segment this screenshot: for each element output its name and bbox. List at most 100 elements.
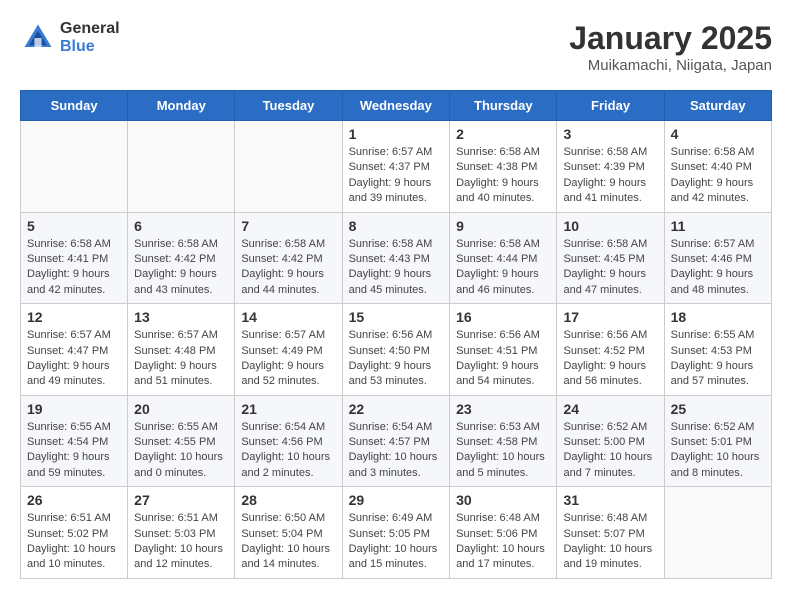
day-detail: Sunrise: 6:56 AM Sunset: 4:52 PM Dayligh… [563,328,657,390]
calendar-day-29: 29 Sunrise: 6:49 AM Sunset: 5:05 PM Dayli… [342,487,450,579]
calendar-day-20: 20 Sunrise: 6:55 AM Sunset: 4:55 PM Dayli… [128,395,235,487]
weekday-header-row: SundayMondayTuesdayWednesdayThursdayFrid… [21,91,772,121]
day-number: 11 [671,218,765,234]
calendar-day-empty [235,121,342,213]
day-detail: Sunrise: 6:58 AM Sunset: 4:42 PM Dayligh… [241,237,335,299]
logo-general-text: General [60,20,120,38]
day-number: 30 [456,492,550,508]
calendar-day-1: 1 Sunrise: 6:57 AM Sunset: 4:37 PM Daylig… [342,121,450,213]
day-detail: Sunrise: 6:52 AM Sunset: 5:00 PM Dayligh… [563,420,657,482]
calendar-week-row: 1 Sunrise: 6:57 AM Sunset: 4:37 PM Daylig… [21,121,772,213]
calendar-day-17: 17Sunrise: 6:56 AM Sunset: 4:52 PM Dayli… [557,304,664,396]
day-detail: Sunrise: 6:49 AM Sunset: 5:05 PM Dayligh… [349,511,444,573]
day-detail: Sunrise: 6:51 AM Sunset: 5:02 PM Dayligh… [27,511,121,573]
day-detail: Sunrise: 6:58 AM Sunset: 4:38 PM Dayligh… [456,145,550,207]
day-number: 9 [456,218,550,234]
calendar-day-12: 12Sunrise: 6:57 AM Sunset: 4:47 PM Dayli… [21,304,128,396]
day-detail: Sunrise: 6:56 AM Sunset: 4:51 PM Dayligh… [456,328,550,390]
day-number: 23 [456,401,550,417]
weekday-header-friday: Friday [557,91,664,121]
day-detail: Sunrise: 6:57 AM Sunset: 4:48 PM Dayligh… [134,328,228,390]
day-detail: Sunrise: 6:55 AM Sunset: 4:53 PM Dayligh… [671,328,765,390]
calendar-day-empty [128,121,235,213]
calendar-day-23: 23 Sunrise: 6:53 AM Sunset: 4:58 PM Dayli… [450,395,557,487]
day-detail: Sunrise: 6:58 AM Sunset: 4:43 PM Dayligh… [349,237,444,299]
subtitle: Muikamachi, Niigata, Japan [569,57,772,74]
day-number: 26 [27,492,121,508]
day-detail: Sunrise: 6:57 AM Sunset: 4:46 PM Dayligh… [671,237,765,299]
day-number: 2 [456,126,550,142]
calendar-day-19: 19Sunrise: 6:55 AM Sunset: 4:54 PM Dayli… [21,395,128,487]
calendar-day-3: 3 Sunrise: 6:58 AM Sunset: 4:39 PM Daylig… [557,121,664,213]
calendar-day-15: 15 Sunrise: 6:56 AM Sunset: 4:50 PM Dayli… [342,304,450,396]
calendar-day-26: 26 Sunrise: 6:51 AM Sunset: 5:02 PM Dayli… [21,487,128,579]
day-number: 21 [241,401,335,417]
day-detail: Sunrise: 6:56 AM Sunset: 4:50 PM Dayligh… [349,328,444,390]
day-number: 27 [134,492,228,508]
logo-text: General Blue [60,20,120,55]
day-number: 15 [349,309,444,325]
day-number: 10 [563,218,657,234]
day-detail: Sunrise: 6:48 AM Sunset: 5:06 PM Dayligh… [456,511,550,573]
calendar-day-27: 27 Sunrise: 6:51 AM Sunset: 5:03 PM Dayli… [128,487,235,579]
calendar-week-row: 19Sunrise: 6:55 AM Sunset: 4:54 PM Dayli… [21,395,772,487]
weekday-header-monday: Monday [128,91,235,121]
calendar-day-31: 31 Sunrise: 6:48 AM Sunset: 5:07 PM Dayli… [557,487,664,579]
logo: General Blue [20,20,120,56]
main-title: January 2025 [569,20,772,57]
calendar-day-25: 25Sunrise: 6:52 AM Sunset: 5:01 PM Dayli… [664,395,771,487]
calendar-day-21: 21Sunrise: 6:54 AM Sunset: 4:56 PM Dayli… [235,395,342,487]
day-number: 29 [349,492,444,508]
calendar-day-9: 9 Sunrise: 6:58 AM Sunset: 4:44 PM Daylig… [450,212,557,304]
calendar-day-4: 4Sunrise: 6:58 AM Sunset: 4:40 PM Daylig… [664,121,771,213]
logo-icon [20,20,56,56]
day-detail: Sunrise: 6:58 AM Sunset: 4:41 PM Dayligh… [27,237,121,299]
calendar-week-row: 26 Sunrise: 6:51 AM Sunset: 5:02 PM Dayli… [21,487,772,579]
day-detail: Sunrise: 6:58 AM Sunset: 4:40 PM Dayligh… [671,145,765,207]
calendar-day-16: 16 Sunrise: 6:56 AM Sunset: 4:51 PM Dayli… [450,304,557,396]
day-detail: Sunrise: 6:52 AM Sunset: 5:01 PM Dayligh… [671,420,765,482]
day-number: 22 [349,401,444,417]
calendar-week-row: 5 Sunrise: 6:58 AM Sunset: 4:41 PM Daylig… [21,212,772,304]
calendar-day-empty [664,487,771,579]
day-detail: Sunrise: 6:55 AM Sunset: 4:55 PM Dayligh… [134,420,228,482]
logo-blue-text: Blue [60,38,120,56]
title-block: January 2025 Muikamachi, Niigata, Japan [569,20,772,74]
day-detail: Sunrise: 6:57 AM Sunset: 4:49 PM Dayligh… [241,328,335,390]
day-detail: Sunrise: 6:55 AM Sunset: 4:54 PM Dayligh… [27,420,121,482]
day-detail: Sunrise: 6:57 AM Sunset: 4:37 PM Dayligh… [349,145,444,207]
calendar-day-28: 28Sunrise: 6:50 AM Sunset: 5:04 PM Dayli… [235,487,342,579]
day-detail: Sunrise: 6:58 AM Sunset: 4:45 PM Dayligh… [563,237,657,299]
day-detail: Sunrise: 6:58 AM Sunset: 4:42 PM Dayligh… [134,237,228,299]
day-number: 7 [241,218,335,234]
day-number: 24 [563,401,657,417]
day-detail: Sunrise: 6:51 AM Sunset: 5:03 PM Dayligh… [134,511,228,573]
calendar-day-11: 11 Sunrise: 6:57 AM Sunset: 4:46 PM Dayli… [664,212,771,304]
day-detail: Sunrise: 6:58 AM Sunset: 4:39 PM Dayligh… [563,145,657,207]
day-number: 16 [456,309,550,325]
day-detail: Sunrise: 6:54 AM Sunset: 4:57 PM Dayligh… [349,420,444,482]
weekday-header-tuesday: Tuesday [235,91,342,121]
calendar-day-13: 13 Sunrise: 6:57 AM Sunset: 4:48 PM Dayli… [128,304,235,396]
calendar-day-6: 6Sunrise: 6:58 AM Sunset: 4:42 PM Daylig… [128,212,235,304]
day-detail: Sunrise: 6:53 AM Sunset: 4:58 PM Dayligh… [456,420,550,482]
day-detail: Sunrise: 6:48 AM Sunset: 5:07 PM Dayligh… [563,511,657,573]
day-number: 31 [563,492,657,508]
weekday-header-sunday: Sunday [21,91,128,121]
calendar-day-5: 5 Sunrise: 6:58 AM Sunset: 4:41 PM Daylig… [21,212,128,304]
calendar-day-10: 10 Sunrise: 6:58 AM Sunset: 4:45 PM Dayli… [557,212,664,304]
day-number: 3 [563,126,657,142]
day-detail: Sunrise: 6:57 AM Sunset: 4:47 PM Dayligh… [27,328,121,390]
day-detail: Sunrise: 6:58 AM Sunset: 4:44 PM Dayligh… [456,237,550,299]
calendar-day-empty [21,121,128,213]
day-number: 20 [134,401,228,417]
calendar-day-24: 24 Sunrise: 6:52 AM Sunset: 5:00 PM Dayli… [557,395,664,487]
day-number: 13 [134,309,228,325]
calendar-day-30: 30 Sunrise: 6:48 AM Sunset: 5:06 PM Dayli… [450,487,557,579]
calendar-day-2: 2 Sunrise: 6:58 AM Sunset: 4:38 PM Daylig… [450,121,557,213]
day-number: 5 [27,218,121,234]
calendar-day-7: 7 Sunrise: 6:58 AM Sunset: 4:42 PM Daylig… [235,212,342,304]
weekday-header-thursday: Thursday [450,91,557,121]
day-number: 1 [349,126,444,142]
day-number: 18 [671,309,765,325]
